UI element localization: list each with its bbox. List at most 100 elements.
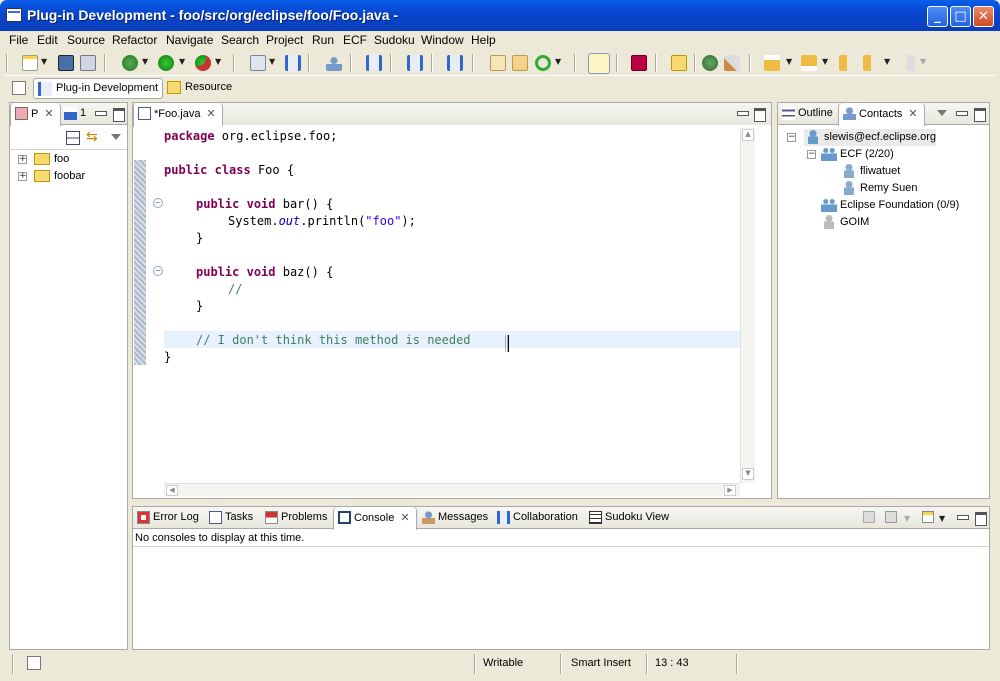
title-bar[interactable]: Plug-in Development - foo/src/org/eclips…	[0, 0, 1000, 31]
open-perspective-icon[interactable]	[12, 81, 26, 95]
view-menu-icon[interactable]	[110, 131, 122, 143]
run-icon[interactable]	[158, 55, 174, 71]
code-area[interactable]	[134, 126, 770, 484]
menu-run[interactable]: Run	[312, 33, 334, 47]
menu-navigate[interactable]: Navigate	[166, 33, 213, 47]
expand-foobar-icon[interactable]: +	[18, 172, 27, 181]
minimize-view-icon[interactable]	[956, 511, 969, 523]
fold-baz-icon[interactable]: −	[153, 266, 163, 276]
close-tab-icon[interactable]: ✕	[908, 108, 917, 120]
menu-search[interactable]: Search	[221, 33, 259, 47]
pin-icon[interactable]	[724, 55, 740, 71]
tab-messages[interactable]: Messages	[418, 507, 494, 529]
new-feature-icon[interactable]	[512, 55, 528, 71]
person-icon[interactable]	[326, 55, 342, 71]
menu-source[interactable]: Source	[67, 33, 105, 47]
editor-horizontal-scrollbar[interactable]: ◀ ▶	[164, 483, 740, 497]
forward-icon[interactable]	[899, 55, 915, 71]
collab-icon-3[interactable]	[447, 55, 463, 71]
maximize-view-icon[interactable]	[112, 107, 125, 122]
open-type-icon[interactable]	[250, 55, 266, 71]
fold-bar-icon[interactable]: −	[153, 198, 163, 208]
last-edit-icon[interactable]	[839, 55, 855, 71]
menu-edit[interactable]: Edit	[37, 33, 58, 47]
package-explorer-panel: P ✕ 1 ⇆ + foo + foobar	[9, 102, 128, 650]
save-icon[interactable]	[58, 55, 74, 71]
maximize-editor-icon[interactable]	[753, 107, 766, 122]
new-icon[interactable]	[22, 55, 38, 71]
sudoku-icon[interactable]	[631, 55, 647, 71]
tab-hierarchy[interactable]: 1	[60, 103, 92, 125]
expand-foo-icon[interactable]: +	[18, 155, 27, 164]
collab-icon-1[interactable]	[366, 55, 382, 71]
menu-window[interactable]: Window	[421, 33, 464, 47]
link-editor-icon[interactable]: ⇆	[86, 130, 102, 145]
menu-project[interactable]: Project	[266, 33, 303, 47]
perspective-resource[interactable]: Resource	[163, 78, 236, 99]
view-menu-icon[interactable]	[936, 107, 948, 119]
back-icon[interactable]	[863, 55, 879, 71]
search-web-icon[interactable]	[702, 55, 718, 71]
console-message: No consoles to display at this time.	[135, 532, 305, 544]
scroll-right-icon[interactable]: ▶	[724, 485, 736, 496]
highlight-toggle-icon[interactable]	[588, 53, 610, 74]
tab-error-log[interactable]: Error Log	[133, 507, 205, 529]
tab-problems[interactable]: Problems	[261, 507, 333, 529]
maximize-view-icon[interactable]	[973, 107, 986, 122]
minimize-view-icon[interactable]	[94, 107, 107, 119]
perspective-plugin-development[interactable]: Plug-in Development	[33, 78, 164, 99]
pin-console-icon[interactable]	[863, 511, 875, 523]
menu-help[interactable]: Help	[471, 33, 496, 47]
close-tab-icon[interactable]: ✕	[400, 512, 409, 524]
print-icon[interactable]	[80, 55, 96, 71]
refresh-icon[interactable]	[535, 55, 551, 71]
collab-icon-2[interactable]	[407, 55, 423, 71]
close-window-button[interactable]: ✕	[973, 6, 994, 27]
open-console-icon[interactable]	[922, 511, 934, 523]
new-plugin-icon[interactable]	[490, 55, 506, 71]
tab-tasks[interactable]: Tasks	[205, 507, 259, 529]
scroll-left-icon[interactable]: ◀	[166, 485, 178, 496]
debug-icon[interactable]	[122, 55, 138, 71]
open-folder-icon[interactable]	[671, 55, 687, 71]
tab-package-explorer[interactable]: P ✕	[10, 103, 61, 126]
menu-sudoku[interactable]: Sudoku	[374, 33, 415, 47]
group-goim[interactable]: GOIM	[820, 214, 869, 231]
group-ecf[interactable]: ECF (2/20)	[820, 146, 894, 163]
tab-foo-java[interactable]: *Foo.java ✕	[133, 103, 223, 127]
open-plugin-icon[interactable]	[285, 55, 301, 71]
close-tab-icon[interactable]: ✕	[44, 108, 53, 120]
scroll-up-icon[interactable]: ▲	[742, 129, 754, 141]
minimize-editor-icon[interactable]	[736, 107, 749, 119]
menu-file[interactable]: File	[9, 33, 28, 47]
tab-sudoku-view[interactable]: Sudoku View	[585, 507, 675, 529]
tab-outline[interactable]: Outline	[778, 103, 839, 125]
tab-contacts[interactable]: Contacts ✕	[838, 103, 925, 126]
tab-collaboration[interactable]: Collaboration	[493, 507, 584, 529]
fast-view-icon[interactable]	[27, 656, 41, 670]
display-console-icon[interactable]	[885, 511, 897, 523]
maximize-window-button[interactable]: □	[950, 6, 971, 27]
contact-fliwatuet[interactable]: fliwatuet	[840, 163, 900, 180]
external-tools-icon[interactable]	[195, 55, 211, 71]
menu-refactor[interactable]: Refactor	[112, 33, 157, 47]
collapse-all-icon[interactable]	[66, 131, 80, 145]
editor-vertical-scrollbar[interactable]: ▲ ▼	[740, 128, 755, 483]
tab-console[interactable]: Console ✕	[333, 507, 417, 530]
account-node[interactable]: slewis@ecf.eclipse.org	[804, 129, 937, 146]
collapse-account-icon[interactable]: −	[787, 133, 796, 142]
menu-ecf[interactable]: ECF	[343, 33, 367, 47]
scroll-down-icon[interactable]: ▼	[742, 468, 754, 480]
minimize-view-icon[interactable]	[955, 107, 968, 119]
maximize-view-icon[interactable]	[974, 511, 987, 526]
collapse-ecf-group-icon[interactable]: −	[807, 150, 816, 159]
prev-annotation-icon[interactable]	[801, 55, 817, 71]
main-toolbar: ▼ ▼ ▼ ▼ ▼ ▼ ▼ ▼ ▼ ▼	[4, 51, 996, 76]
next-annotation-icon[interactable]	[764, 55, 780, 71]
minimize-window-button[interactable]: _	[927, 6, 948, 27]
group-eclipse-foundation[interactable]: Eclipse Foundation (0/9)	[820, 197, 959, 214]
project-foobar[interactable]: foobar	[34, 168, 85, 185]
close-tab-icon[interactable]: ✕	[206, 108, 215, 120]
contact-remy-suen[interactable]: Remy Suen	[840, 180, 917, 197]
project-foo[interactable]: foo	[34, 151, 69, 168]
